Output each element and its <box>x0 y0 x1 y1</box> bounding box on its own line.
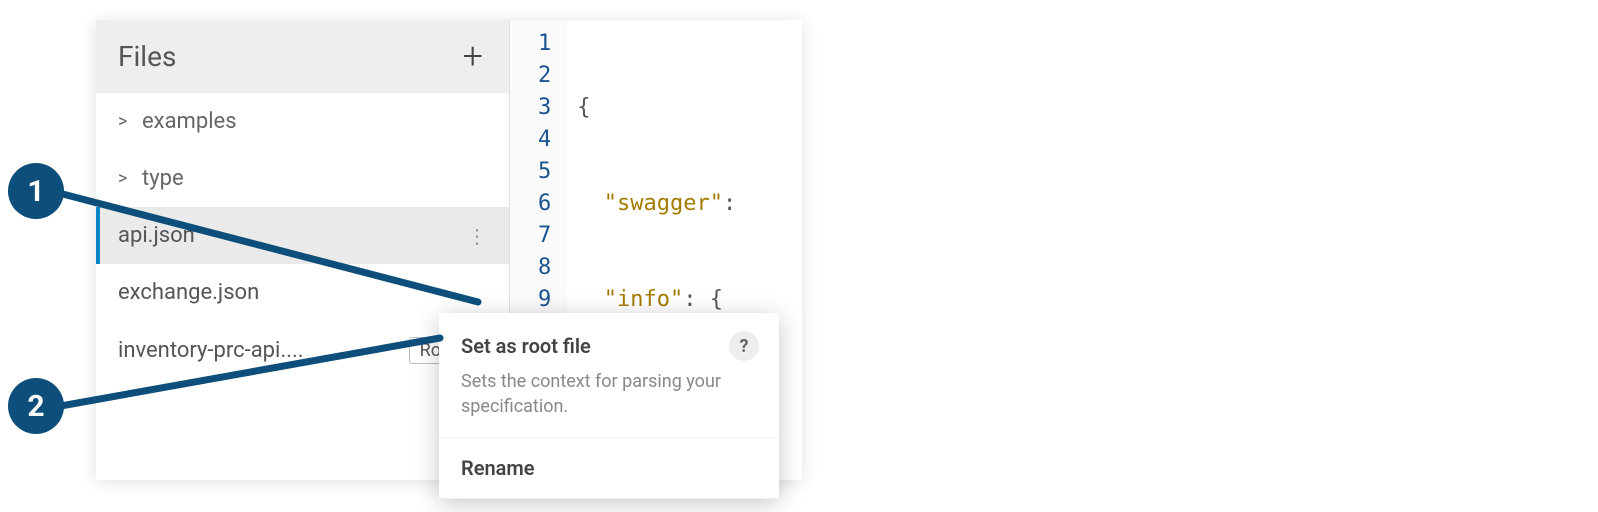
callout-badge-2: 2 <box>8 378 64 434</box>
code-line[interactable]: { <box>577 92 752 124</box>
menu-item-set-root[interactable]: Set as root file ? Sets the context for … <box>439 313 779 438</box>
code-line[interactable]: "info": { <box>577 284 752 316</box>
more-options-icon[interactable]: ⋮ <box>467 224 487 248</box>
menu-item-title: Rename <box>461 456 535 480</box>
file-label: exchange.json <box>118 280 487 305</box>
help-icon[interactable]: ? <box>729 331 759 361</box>
menu-item-head: Set as root file ? <box>461 331 759 361</box>
line-number: 3 <box>538 92 551 124</box>
chevron-right-icon: > <box>118 168 132 189</box>
folder-label: type <box>142 166 487 191</box>
file-label: api.json <box>118 223 457 248</box>
file-label: inventory-prc-api.... <box>118 338 399 363</box>
callout-badge-1: 1 <box>8 163 64 219</box>
file-context-menu: Set as root file ? Sets the context for … <box>439 313 779 499</box>
line-number: 7 <box>538 220 551 252</box>
menu-item-rename[interactable]: Rename <box>439 438 779 499</box>
line-number: 6 <box>538 188 551 220</box>
sidebar-title: Files <box>118 40 176 73</box>
menu-item-title: Set as root file <box>461 334 591 358</box>
code-line[interactable]: "swagger": <box>577 188 752 220</box>
sidebar-header: Files + <box>96 20 509 93</box>
line-number: 1 <box>538 28 551 60</box>
line-number: 5 <box>538 156 551 188</box>
add-file-button[interactable]: + <box>463 46 483 68</box>
folder-item-type[interactable]: > type <box>96 150 509 207</box>
folder-label: examples <box>142 109 487 134</box>
line-number: 2 <box>538 60 551 92</box>
line-number: 8 <box>538 252 551 284</box>
folder-item-examples[interactable]: > examples <box>96 93 509 150</box>
file-item-api-json[interactable]: api.json ⋮ <box>96 207 509 264</box>
line-number: 4 <box>538 124 551 156</box>
chevron-right-icon: > <box>118 111 132 132</box>
menu-item-desc: Sets the context for parsing your specif… <box>461 369 759 419</box>
line-number: 9 <box>538 284 551 316</box>
